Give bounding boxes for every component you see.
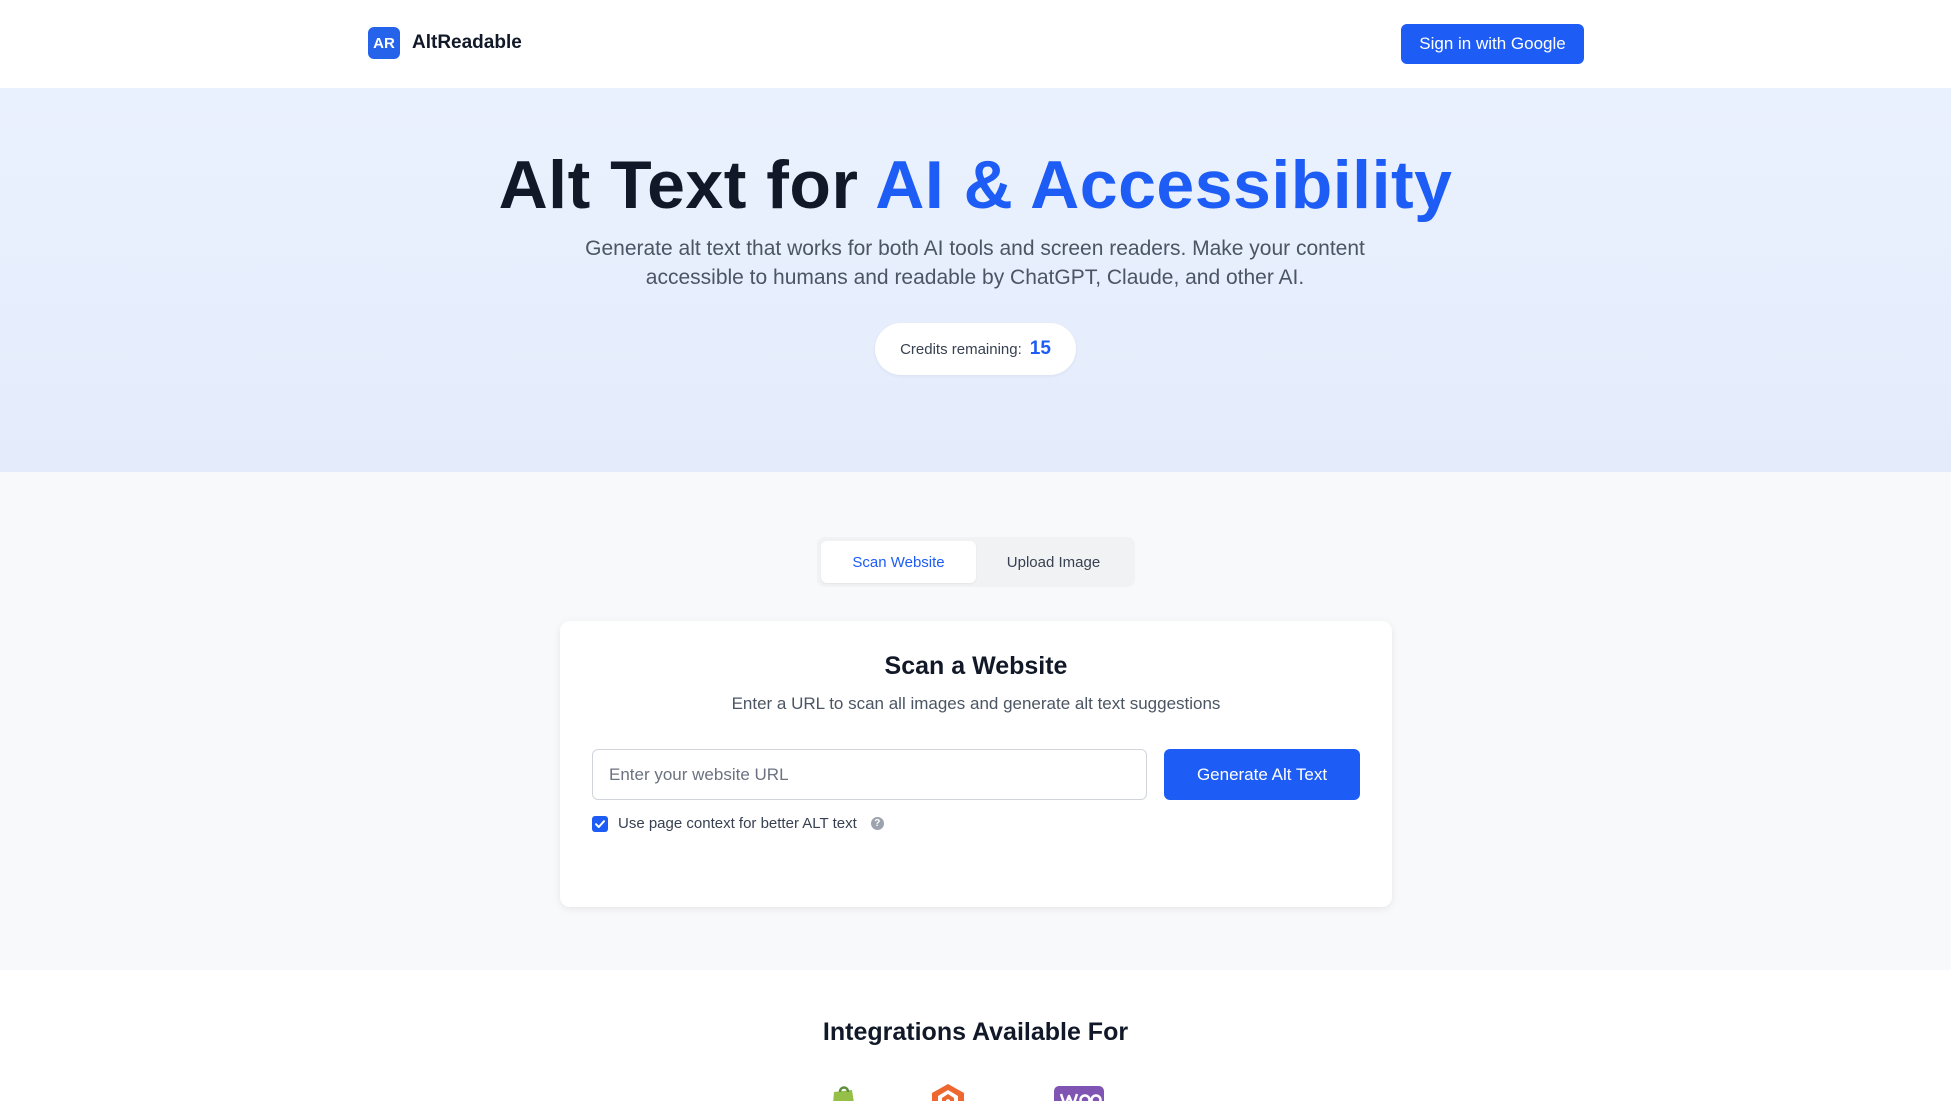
help-icon[interactable]: ?	[870, 817, 884, 830]
credits-label: Credits remaining:	[900, 340, 1022, 358]
logo-mark: AR	[368, 27, 400, 59]
hero-title-plain: Alt Text for	[498, 147, 876, 223]
check-icon	[595, 819, 605, 828]
scan-card-title: Scan a Website	[884, 652, 1068, 680]
context-checkbox[interactable]	[592, 815, 608, 832]
scan-card: Scan a Website Enter a URL to scan all i…	[560, 621, 1392, 907]
site-header: AR AltReadable Sign in with Google	[0, 0, 1951, 88]
woocommerce-icon	[1054, 1086, 1104, 1101]
logo-text: AltReadable	[412, 32, 522, 53]
credits-value: 15	[1029, 338, 1051, 359]
shopify-icon	[833, 1086, 854, 1101]
url-input[interactable]	[592, 749, 1147, 800]
hero-section: Alt Text for AI & Accessibility Generate…	[0, 88, 1951, 472]
hero-title: Alt Text for AI & Accessibility	[0, 146, 1951, 224]
integrations-section: Integrations Available For	[0, 970, 1951, 1101]
credits-badge: Credits remaining: 15	[875, 323, 1076, 375]
scan-card-subtitle: Enter a URL to scan all images and gener…	[731, 694, 1221, 713]
logo[interactable]: AR AltReadable	[368, 27, 522, 59]
context-option: Use page context for better ALT text ?	[592, 815, 884, 832]
main-section: Scan Website Upload Image Scan a Website…	[0, 472, 1951, 970]
sign-in-google-button[interactable]: Sign in with Google	[1401, 24, 1584, 64]
integrations-logos	[0, 1082, 1951, 1101]
tab-upload-image[interactable]: Upload Image	[976, 541, 1131, 583]
hero-subtitle: Generate alt text that works for both AI…	[585, 237, 1365, 289]
context-label: Use page context for better ALT text	[618, 815, 857, 832]
tab-scan-website[interactable]: Scan Website	[821, 541, 976, 583]
mode-tabs: Scan Website Upload Image	[817, 537, 1135, 587]
hero-title-accent: AI & Accessibility	[875, 147, 1453, 223]
integrations-title: Integrations Available For	[822, 1018, 1129, 1046]
magento-icon	[932, 1084, 964, 1101]
generate-alt-text-button[interactable]: Generate Alt Text	[1164, 749, 1360, 800]
